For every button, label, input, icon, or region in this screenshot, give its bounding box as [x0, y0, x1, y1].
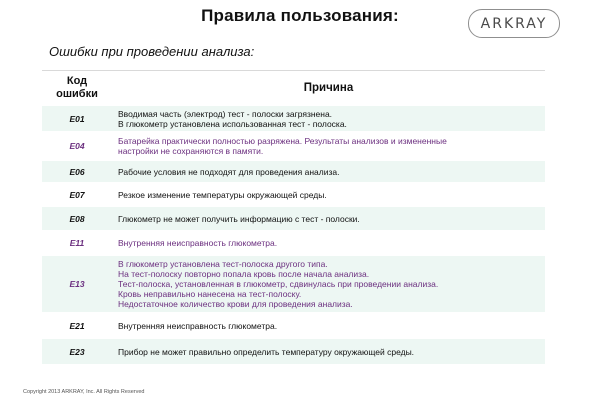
reason-line: Кровь неправильно нанесена на тест-полос… — [118, 289, 302, 299]
reason-line: Внутренняя неисправность глюкометра. — [118, 238, 278, 248]
error-code: E23 — [42, 338, 112, 364]
error-code: E21 — [42, 313, 112, 338]
error-code: E07 — [42, 183, 112, 206]
error-codes-table: Код ошибки Причина E01 Вводимая часть (э… — [42, 70, 545, 364]
reason-line: Рабочие условия не подходят для проведен… — [118, 166, 340, 177]
error-reason: Рабочие условия не подходят для проведен… — [112, 160, 545, 183]
error-code: E04 — [42, 132, 112, 160]
reason-line: В глюкометр установлена использованная т… — [118, 118, 347, 129]
error-code: E08 — [42, 206, 112, 231]
error-code: E01 — [42, 105, 112, 132]
error-reason: Прибор не может правильно определить тем… — [112, 338, 545, 364]
table-row: E21 Внутренняя неисправность глюкометра. — [42, 313, 545, 338]
header-reason: Причина — [112, 70, 545, 105]
section-subtitle: Ошибки при проведении анализа: — [49, 44, 255, 59]
reason-line: Внутренняя неисправность глюкометра. — [118, 320, 278, 331]
table-row: E13 В глюкометр установлена тест-полоска… — [42, 255, 545, 313]
error-code: E13 — [42, 255, 112, 313]
reason-line: Резкое изменение температуры окружающей … — [118, 189, 327, 200]
reason-line: Прибор не может правильно определить тем… — [118, 346, 415, 357]
reason-line: Тест-полоска, установленная в глюкометр,… — [118, 279, 439, 289]
arkray-logo: ARKRAY — [468, 9, 560, 38]
reason-line: На тест-полоску повторно попала кровь по… — [118, 269, 370, 279]
table-row: E06 Рабочие условия не подходят для пров… — [42, 160, 545, 183]
table-row: E23 Прибор не может правильно определить… — [42, 338, 545, 364]
header-code-line1: Код — [66, 74, 88, 87]
reason-line: Недостаточное количество крови для прове… — [118, 299, 353, 309]
table-row: E11 Внутренняя неисправность глюкометра. — [42, 231, 545, 255]
error-code: E11 — [42, 231, 112, 255]
header-code-line2: ошибки — [56, 87, 98, 100]
reason-line: Батарейка практически полностью разряжен… — [118, 136, 447, 146]
reason-line: В глюкометр установлена тест-полоска дру… — [118, 259, 328, 269]
table-row: E07 Резкое изменение температуры окружаю… — [42, 183, 545, 206]
error-code: E06 — [42, 160, 112, 183]
header-code: Код ошибки — [42, 70, 112, 105]
table-header-row: Код ошибки Причина — [42, 70, 545, 105]
error-reason: Внутренняя неисправность глюкометра. — [112, 231, 545, 255]
error-reason: В глюкометр установлена тест-полоска дру… — [112, 255, 545, 313]
table-row: E01 Вводимая часть (электрод) тест - пол… — [42, 105, 545, 132]
table-row: E08 Глюкометр не может получить информац… — [42, 206, 545, 231]
reason-line: настройки не сохраняются в памяти. — [118, 146, 264, 156]
error-reason: Глюкометр не может получить информацию с… — [112, 206, 545, 231]
error-reason: Резкое изменение температуры окружающей … — [112, 183, 545, 206]
copyright-notice: Copyright 2013 ARKRAY, Inc. All Rights R… — [23, 389, 145, 395]
error-reason: Вводимая часть (электрод) тест - полоски… — [112, 105, 545, 132]
table-row: E04 Батарейка практически полностью разр… — [42, 132, 545, 160]
error-reason: Батарейка практически полностью разряжен… — [112, 132, 545, 160]
reason-line: Глюкометр не может получить информацию с… — [118, 213, 360, 224]
error-reason: Внутренняя неисправность глюкометра. — [112, 313, 545, 338]
reason-line: Вводимая часть (электрод) тест - полоски… — [118, 108, 333, 119]
